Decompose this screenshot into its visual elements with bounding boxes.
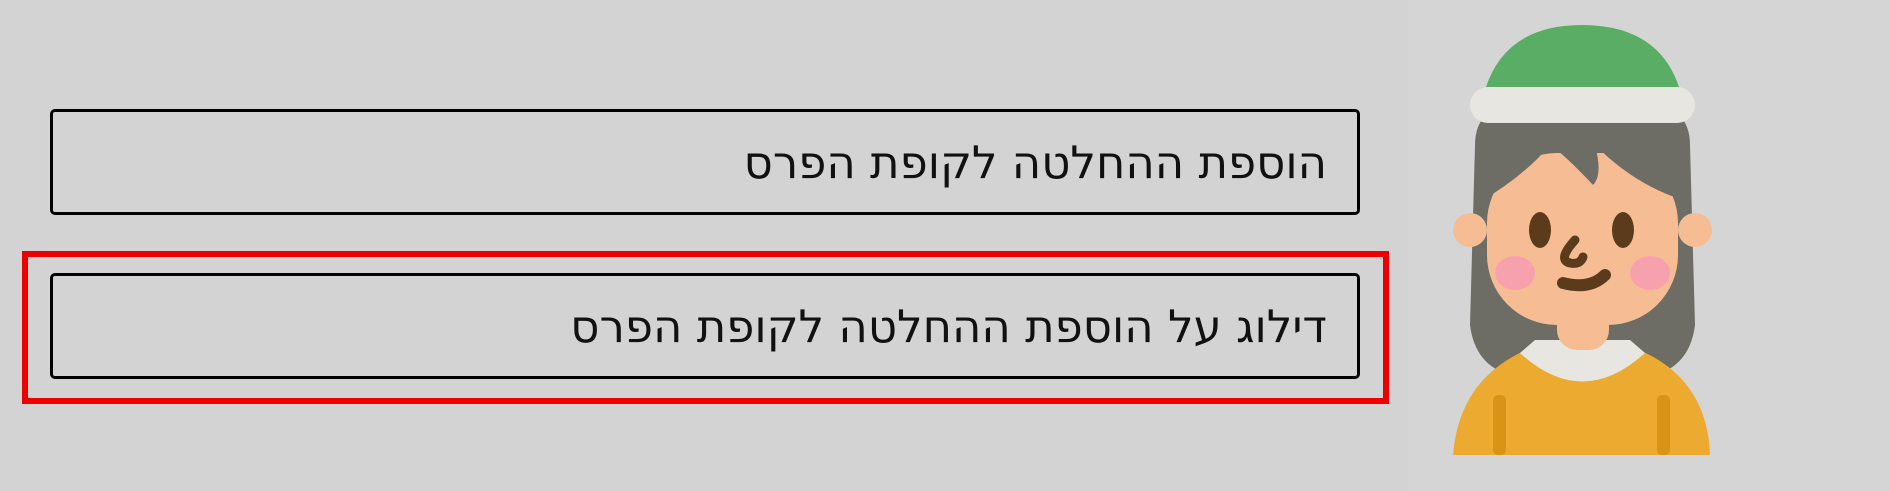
skip-decision-button[interactable]: דילוג על הוספת ההחלטה לקופת הפרס [50, 273, 1360, 379]
girl-avatar-icon [1445, 25, 1720, 455]
add-decision-label: הוספת ההחלטה לקופת הפרס [743, 135, 1327, 189]
skip-decision-label: דילוג על הוספת ההחלטה לקופת הפרס [570, 299, 1327, 353]
add-decision-button[interactable]: הוספת ההחלטה לקופת הפרס [50, 109, 1360, 215]
